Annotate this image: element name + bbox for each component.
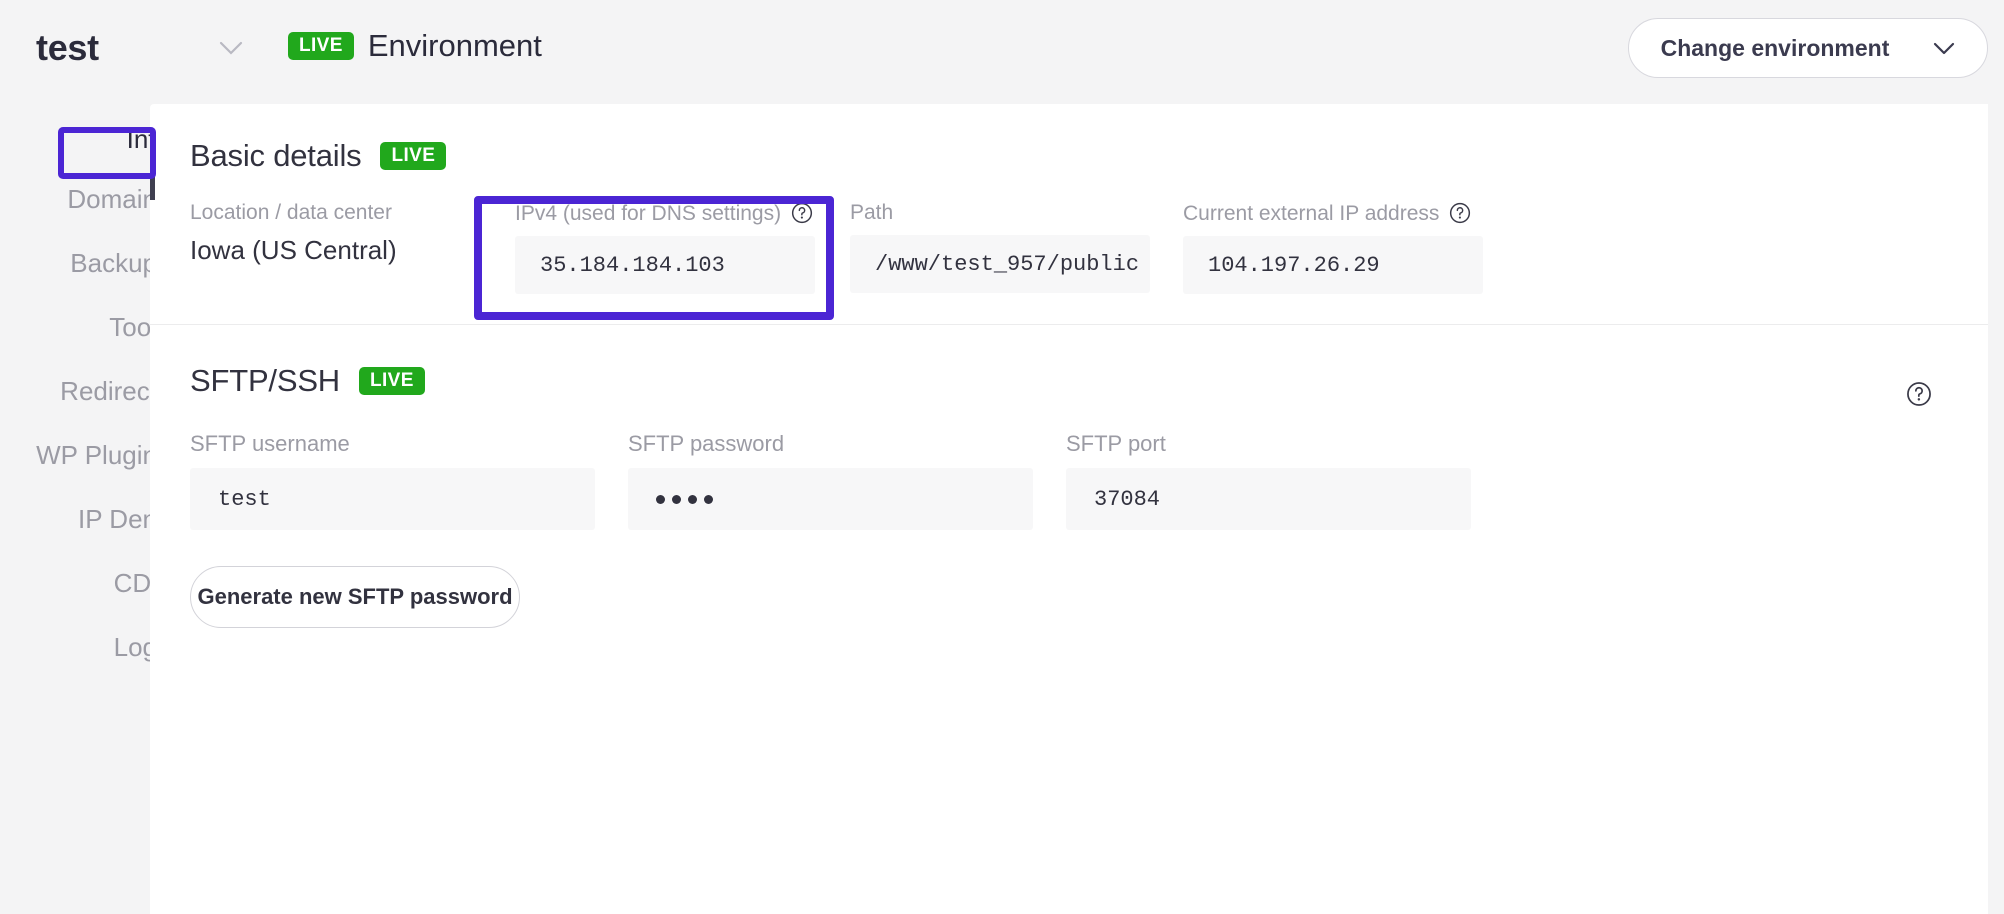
path-field: Path /www/test_957/public <box>850 202 1150 294</box>
app-root: test LIVE Environment Change environment… <box>0 0 2004 914</box>
environment-indicator: LIVE Environment <box>288 28 542 64</box>
active-tab-indicator <box>150 130 155 200</box>
external-ip-label-text: Current external IP address <box>1183 201 1440 225</box>
sftp-username-label: SFTP username <box>190 431 350 456</box>
environment-label: Environment <box>367 28 542 63</box>
content-panel: Basic details LIVE Location / data cente… <box>150 104 1988 914</box>
question-circle-icon[interactable] <box>791 202 813 224</box>
question-circle-icon[interactable] <box>1449 202 1471 224</box>
top-header: test LIVE Environment Change environment <box>0 0 2004 96</box>
password-mask-dots <box>656 494 713 504</box>
basic-details-section: Basic details LIVE Location / data cente… <box>150 104 1988 324</box>
external-ip-value[interactable]: 104.197.26.29 <box>1183 236 1483 294</box>
ipv4-label-text: IPv4 (used for DNS settings) <box>515 201 782 225</box>
sftp-ssh-section: SFTP/SSH LIVE SFTP username test SFTP pa… <box>150 325 1988 628</box>
sftp-username-value[interactable]: test <box>190 468 595 530</box>
location-field: Location / data center Iowa (US Central) <box>190 202 480 294</box>
sftp-fields: SFTP username test SFTP password SFTP po… <box>190 433 1988 530</box>
path-label: Path <box>850 201 894 224</box>
ipv4-field: IPv4 (used for DNS settings) 35.184.184.… <box>515 202 815 294</box>
sftp-password-field: SFTP password <box>628 433 1033 530</box>
sftp-password-value[interactable] <box>628 468 1033 530</box>
basic-details-title: Basic details <box>190 138 362 173</box>
external-ip-label: Current external IP address <box>1183 202 1483 224</box>
sftp-port-field: SFTP port 37084 <box>1066 433 1471 530</box>
site-name: test <box>36 27 99 68</box>
location-label: Location / data center <box>190 201 392 224</box>
question-circle-icon[interactable] <box>1906 381 1932 407</box>
external-ip-field: Current external IP address 104.197.26.2… <box>1183 202 1483 294</box>
sftp-ssh-title: SFTP/SSH <box>190 363 340 398</box>
live-badge-sftp: LIVE <box>358 367 425 395</box>
location-value: Iowa (US Central) <box>190 235 397 265</box>
sftp-password-label: SFTP password <box>628 431 785 456</box>
basic-details-fields: Location / data center Iowa (US Central)… <box>190 202 1988 294</box>
ipv4-label: IPv4 (used for DNS settings) <box>515 202 815 224</box>
change-environment-label: Change environment <box>1660 34 1890 61</box>
generate-new-sftp-password-button[interactable]: Generate new SFTP password <box>190 566 520 628</box>
sftp-port-value[interactable]: 37084 <box>1066 468 1471 530</box>
live-badge-header: LIVE <box>288 32 354 60</box>
sftp-port-label: SFTP port <box>1066 431 1166 456</box>
ipv4-value[interactable]: 35.184.184.103 <box>515 236 815 294</box>
sftp-ssh-header: SFTP/SSH LIVE <box>190 363 1988 399</box>
sftp-username-field: SFTP username test <box>190 433 595 530</box>
chevron-down-icon[interactable] <box>218 38 244 58</box>
live-badge-basic-details: LIVE <box>380 142 447 170</box>
basic-details-header: Basic details LIVE <box>190 138 1988 174</box>
change-environment-button[interactable]: Change environment <box>1628 18 1988 78</box>
chevron-down-icon <box>1933 40 1955 56</box>
path-value[interactable]: /www/test_957/public <box>850 235 1150 293</box>
